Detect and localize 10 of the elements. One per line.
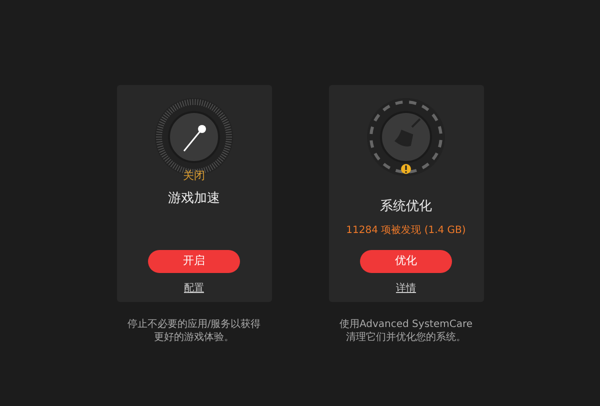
- action-button[interactable]: 优化: [360, 250, 452, 273]
- settings-link[interactable]: 配置: [184, 281, 204, 296]
- status-label: 关闭: [183, 169, 205, 183]
- description-text: 使用Advanced SystemCare清理它们并优化您的系统。: [338, 318, 474, 344]
- details-link[interactable]: 详情: [396, 281, 416, 296]
- found-items-text: 11284 项被发现 (1.4 GB): [346, 224, 466, 238]
- action-button[interactable]: 开启: [148, 250, 240, 273]
- feature-title: 系统优化: [380, 199, 432, 215]
- description-text: 停止不必要的应用/服务以获得更好的游戏体验。: [126, 318, 262, 344]
- feature-title: 游戏加速: [168, 191, 220, 207]
